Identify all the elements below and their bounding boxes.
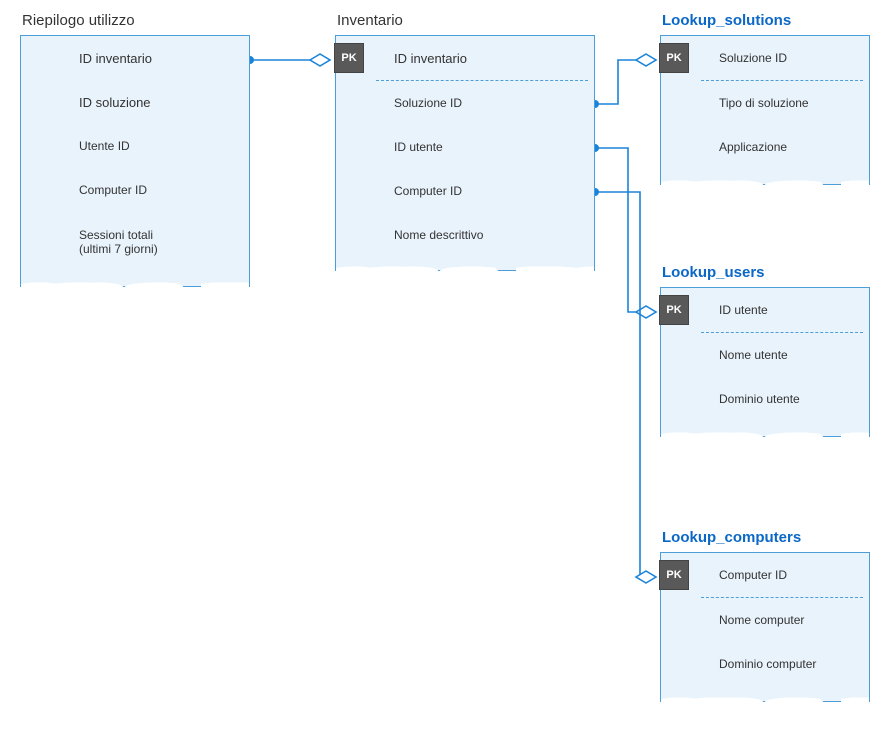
pk-badge: PK (334, 43, 364, 73)
entity-title: Lookup_solutions (660, 12, 870, 29)
field-label: Computer ID (376, 184, 594, 198)
field-row-pk: PK ID utente (661, 288, 869, 332)
field-row: Nome descrittivo (336, 213, 594, 257)
entity-title: Riepilogo utilizzo (20, 12, 250, 29)
field-row: Nome utente (661, 333, 869, 377)
entity-box: PK Computer ID Nome computer Dominio com… (660, 552, 870, 702)
field-label: ID soluzione (61, 95, 249, 110)
field-row-pk: PK Soluzione ID (661, 36, 869, 80)
field-row: Sessioni totali (ultimi 7 giorni) (21, 212, 249, 272)
field-row: Computer ID (336, 169, 594, 213)
field-row: ID soluzione (21, 80, 249, 124)
field-row-pk: PK Computer ID (661, 553, 869, 597)
field-row: Applicazione (661, 125, 869, 169)
entity-title: Lookup_computers (660, 529, 870, 546)
field-row: Soluzione ID (336, 81, 594, 125)
field-label: Soluzione ID (701, 51, 869, 65)
field-row-pk: PK ID inventario (336, 36, 594, 80)
entity-title: Lookup_users (660, 264, 870, 281)
pk-badge: PK (659, 560, 689, 590)
field-label: Computer ID (701, 568, 869, 582)
field-row: ID utente (336, 125, 594, 169)
field-label: Utente ID (61, 139, 249, 153)
field-label: Soluzione ID (376, 96, 594, 110)
pk-badge: PK (659, 43, 689, 73)
field-label: Tipo di soluzione (701, 96, 869, 110)
field-row: Computer ID (21, 168, 249, 212)
entity-usage-summary: Riepilogo utilizzo ID inventario ID solu… (20, 12, 250, 287)
pk-badge: PK (659, 295, 689, 325)
entity-box: ID inventario ID soluzione Utente ID Com… (20, 35, 250, 287)
entity-box: PK ID inventario Soluzione ID ID utente … (335, 35, 595, 271)
field-label: Dominio computer (701, 657, 869, 671)
entity-box: PK ID utente Nome utente Dominio utente (660, 287, 870, 437)
entity-inventory: Inventario PK ID inventario Soluzione ID… (335, 12, 595, 271)
field-row: Tipo di soluzione (661, 81, 869, 125)
field-label: Computer ID (61, 183, 249, 197)
field-label: ID inventario (376, 51, 594, 66)
entity-lookup-computers: Lookup_computers PK Computer ID Nome com… (660, 529, 870, 702)
field-label: ID utente (376, 140, 594, 154)
field-label: Sessioni totali (ultimi 7 giorni) (61, 228, 249, 256)
field-row: Dominio computer (661, 642, 869, 686)
field-row: ID inventario (21, 36, 249, 80)
field-label: Nome computer (701, 613, 869, 627)
field-row: Nome computer (661, 598, 869, 642)
field-label: Dominio utente (701, 392, 869, 406)
field-label: Nome utente (701, 348, 869, 362)
entity-title: Inventario (335, 12, 595, 29)
field-row: Dominio utente (661, 377, 869, 421)
field-label: ID inventario (61, 51, 249, 66)
entity-box: PK Soluzione ID Tipo di soluzione Applic… (660, 35, 870, 185)
field-label: Applicazione (701, 140, 869, 154)
entity-lookup-users: Lookup_users PK ID utente Nome utente Do… (660, 264, 870, 437)
field-label: ID utente (701, 303, 869, 317)
field-row: Utente ID (21, 124, 249, 168)
field-label: Nome descrittivo (376, 228, 594, 242)
entity-lookup-solutions: Lookup_solutions PK Soluzione ID Tipo di… (660, 12, 870, 185)
